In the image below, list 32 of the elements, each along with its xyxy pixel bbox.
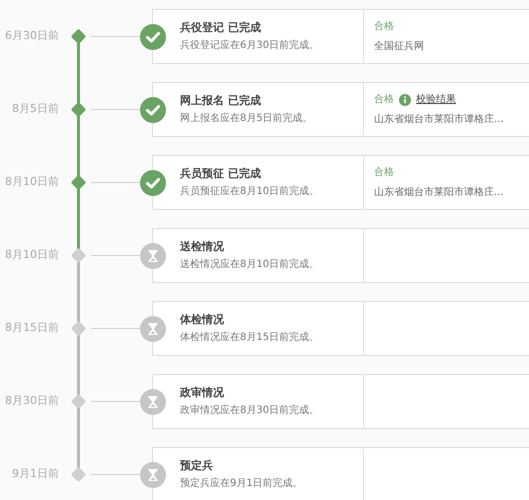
step-date: 9月1日前 bbox=[11, 466, 60, 482]
step-title: 体检情况 bbox=[180, 312, 224, 328]
step-title: 兵役登记 bbox=[180, 20, 224, 36]
result-status: 合格 bbox=[374, 20, 394, 34]
result-status: 合格 bbox=[374, 92, 394, 107]
step-title: 兵员预征 bbox=[180, 166, 224, 182]
step-description: 体检情况应在8月15日前完成。 bbox=[180, 330, 320, 346]
verify-result-link[interactable]: 校验结果 bbox=[416, 92, 456, 107]
step-date: 8月10日前 bbox=[4, 247, 60, 264]
step-status: 已完成 bbox=[228, 166, 261, 182]
step-description: 预定兵应在9月1日前完成。 bbox=[180, 476, 304, 492]
step-title: 送检情况 bbox=[180, 238, 224, 255]
step-status: 已完成 bbox=[228, 20, 261, 36]
step-description: 兵役登记应在6月30日前完成。 bbox=[180, 38, 320, 54]
result-status: 合格 bbox=[374, 166, 394, 180]
info-icon bbox=[399, 94, 411, 106]
step-date: 6月30日前 bbox=[4, 28, 60, 44]
step-description: 政审情况应在8月30日前完成。 bbox=[180, 404, 320, 418]
step-description: 兵员预征应在8月10日前完成。 bbox=[180, 184, 320, 200]
step-status: 已完成 bbox=[228, 92, 261, 109]
step-title: 政审情况 bbox=[180, 384, 224, 401]
result-detail: 山东省烟台市莱阳市谭格庄... bbox=[374, 186, 505, 200]
result-detail: 全国征兵网 bbox=[374, 40, 425, 54]
step-date: 8月5日前 bbox=[11, 101, 60, 118]
result-detail: 山东省烟台市莱阳市谭格庄... bbox=[374, 112, 505, 127]
step-title: 预定兵 bbox=[180, 458, 213, 474]
step-description: 送检情况应在8月10日前完成。 bbox=[180, 258, 320, 272]
step-description: 网上报名应在8月5日前完成。 bbox=[180, 112, 314, 126]
step-date: 8月15日前 bbox=[4, 320, 60, 336]
step-date: 8月30日前 bbox=[4, 393, 60, 410]
step-date: 8月10日前 bbox=[4, 174, 60, 190]
step-title: 网上报名 bbox=[180, 92, 224, 109]
